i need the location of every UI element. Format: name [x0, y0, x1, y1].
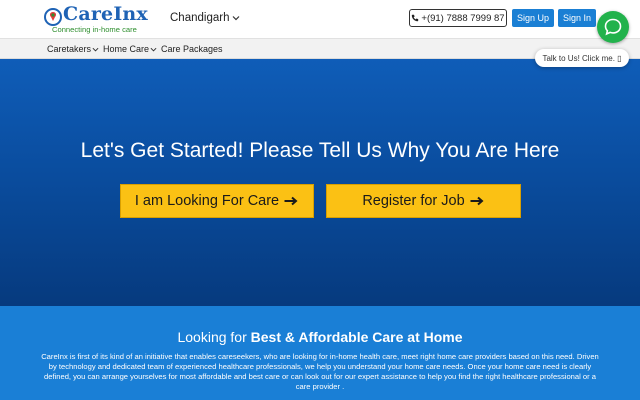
nav-item-home-care[interactable]: Home Care	[103, 44, 157, 54]
about-section: Looking for Best & Affordable Care at Ho…	[0, 306, 640, 400]
sign-up-button[interactable]: Sign Up	[512, 9, 554, 27]
chat-prompt-bubble[interactable]: Talk to Us! Click me. ▯	[535, 49, 629, 67]
nav-item-label: Home Care	[103, 44, 150, 54]
brand-tagline: Connecting in-home care	[52, 25, 137, 34]
nav-item-label: Care Packages	[161, 44, 223, 54]
sign-in-button[interactable]: Sign In	[558, 9, 596, 27]
about-description: CareInx is first of its kind of an initi…	[41, 352, 599, 391]
looking-for-care-button[interactable]: I am Looking For Care	[120, 184, 314, 218]
arrow-right-icon	[470, 196, 484, 206]
nav-item-care-packages[interactable]: Care Packages	[161, 44, 223, 54]
register-for-job-button[interactable]: Register for Job	[326, 184, 521, 218]
phone-button[interactable]: +(91) 7888 7999 87	[409, 9, 507, 27]
phone-icon	[412, 14, 419, 22]
about-heading-emphasis: Best & Affordable Care at Home	[250, 329, 463, 345]
arrow-right-icon	[284, 196, 298, 206]
chevron-down-icon	[233, 16, 240, 21]
about-heading-lead: Looking for	[177, 329, 251, 345]
phone-number: +(91) 7888 7999 87	[421, 12, 505, 24]
about-heading: Looking for Best & Affordable Care at Ho…	[0, 329, 640, 345]
chat-launcher-button[interactable]	[597, 11, 629, 43]
city-selector[interactable]: Chandigarh	[170, 12, 240, 24]
careinx-logo-mark-icon	[44, 8, 62, 26]
city-label: Chandigarh	[170, 12, 230, 24]
hero-section: Let's Get Started! Please Tell Us Why Yo…	[0, 59, 640, 306]
brand-logo[interactable]: CareInx Connecting in-home care	[44, 3, 152, 34]
chevron-down-icon	[92, 47, 99, 51]
brand-name: CareInx	[63, 3, 148, 25]
cta-label: I am Looking For Care	[134, 193, 280, 209]
nav-item-caretakers[interactable]: Caretakers	[47, 44, 99, 54]
cta-label: Register for Job	[362, 193, 465, 209]
top-header: CareInx Connecting in-home care Chandiga…	[0, 0, 640, 38]
chat-bubble-icon	[604, 18, 622, 36]
hero-title: Let's Get Started! Please Tell Us Why Yo…	[80, 139, 560, 162]
chevron-down-icon	[150, 47, 157, 51]
nav-item-label: Caretakers	[47, 44, 92, 54]
